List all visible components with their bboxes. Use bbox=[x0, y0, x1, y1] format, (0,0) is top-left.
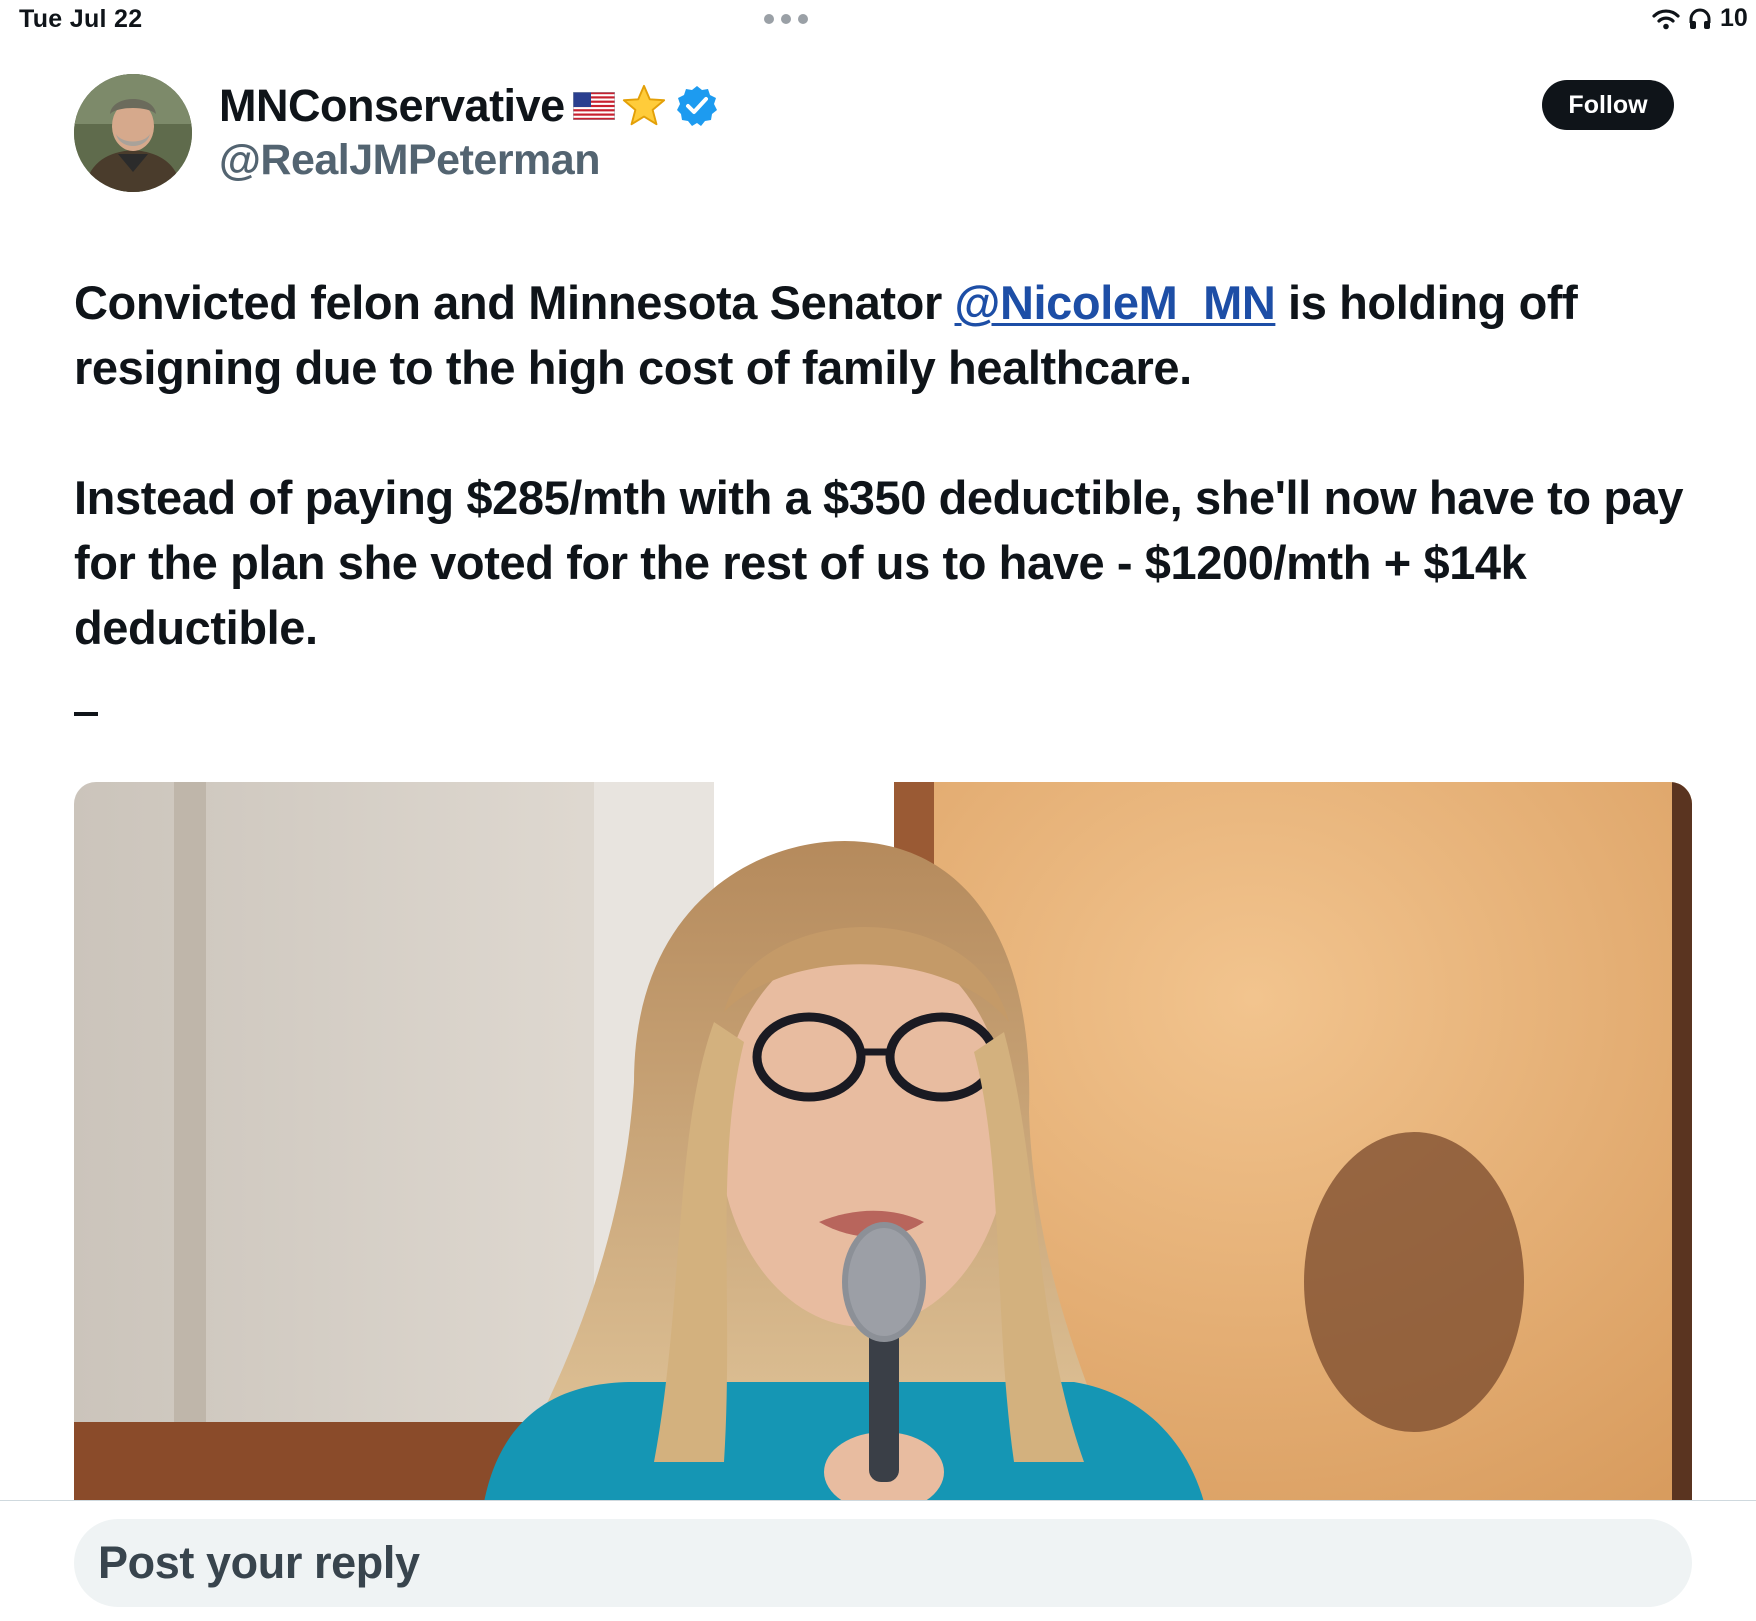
verified-icon bbox=[676, 86, 717, 126]
reply-bar: Post your reply bbox=[0, 1500, 1756, 1621]
post-paragraph-2: Instead of paying $285/mth with a $350 d… bbox=[74, 471, 1684, 654]
status-time: Tue Jul 22 bbox=[19, 5, 143, 33]
reply-input[interactable]: Post your reply bbox=[74, 1519, 1692, 1607]
post-text: Convicted felon and Minnesota Senator @N… bbox=[74, 270, 1694, 660]
post-paragraph-1: Convicted felon and Minnesota Senator @N… bbox=[74, 270, 1694, 400]
status-indicators: 10 bbox=[1652, 4, 1748, 33]
headphones-icon bbox=[1689, 8, 1711, 29]
post-dash bbox=[74, 712, 98, 716]
flag-icon bbox=[572, 92, 615, 120]
post-text-segment: Convicted felon and Minnesota Senator bbox=[74, 276, 955, 329]
status-bar: Tue Jul 22 10 bbox=[0, 0, 1756, 44]
post-image[interactable] bbox=[74, 782, 1692, 1502]
star-icon bbox=[622, 84, 665, 126]
battery-level: 10 bbox=[1720, 4, 1748, 32]
follow-button[interactable]: Follow bbox=[1542, 80, 1674, 130]
author-handle[interactable]: @RealJMPeterman bbox=[219, 136, 600, 185]
author-name-row[interactable]: MNConservative bbox=[219, 78, 719, 134]
wifi-icon bbox=[1652, 8, 1680, 29]
multitasking-dots-icon[interactable] bbox=[764, 14, 808, 24]
mention-link[interactable]: @NicoleM_MN bbox=[955, 276, 1276, 329]
display-name[interactable]: MNConservative bbox=[219, 80, 565, 132]
avatar[interactable] bbox=[74, 74, 192, 192]
